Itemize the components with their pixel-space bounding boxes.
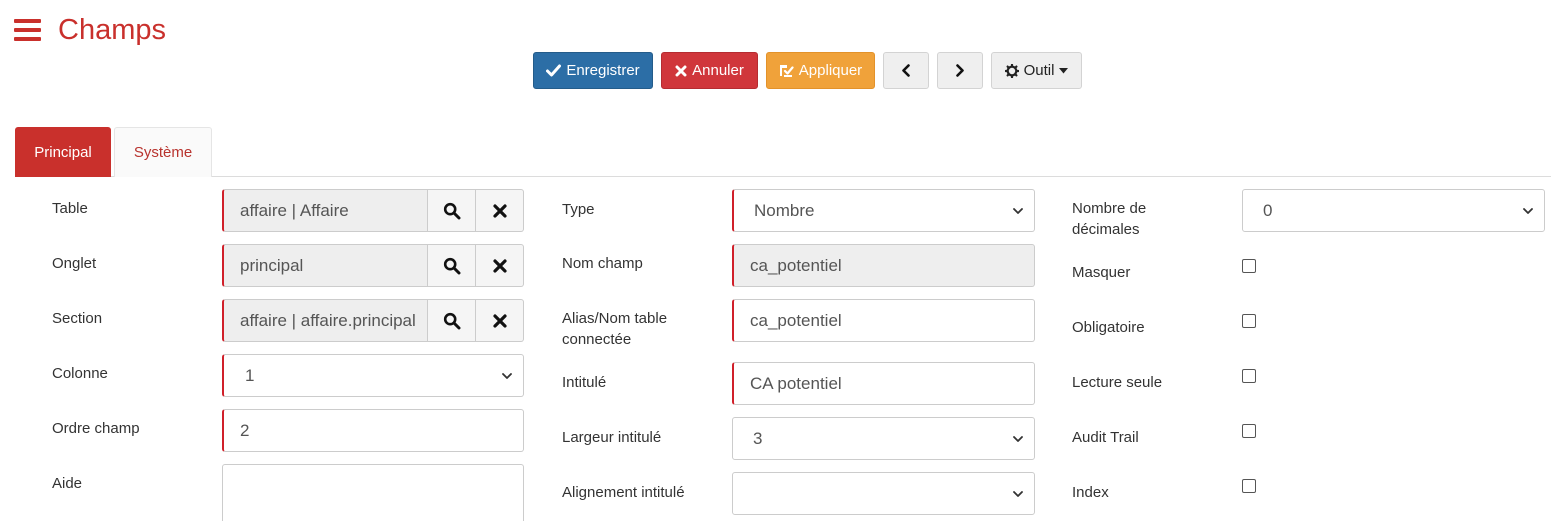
search-icon <box>443 312 460 329</box>
type-select[interactable]: Nombre <box>732 189 1035 232</box>
apply-button-label: Appliquer <box>798 62 863 79</box>
masquer-label: Masquer <box>1072 264 1131 281</box>
largeur-intitule-label: Largeur intitulé <box>562 429 662 446</box>
check-icon <box>546 64 562 77</box>
ordre-champ-value: 2 <box>240 420 250 440</box>
masquer-checkbox[interactable] <box>1242 259 1256 273</box>
ordre-champ-input[interactable]: 2 <box>222 409 524 452</box>
audit-trail-checkbox[interactable] <box>1242 424 1256 438</box>
section-search-button[interactable] <box>428 299 476 342</box>
onglet-label: Onglet <box>52 255 97 272</box>
obligatoire-label: Obligatoire <box>1072 319 1145 336</box>
nom-champ-label: Nom champ <box>562 255 643 272</box>
section-label: Section <box>52 310 103 327</box>
audit-trail-label: Audit Trail <box>1072 429 1139 446</box>
times-icon <box>492 203 507 218</box>
alias-value: ca_potentiel <box>750 310 842 330</box>
index-label: Index <box>1072 484 1109 501</box>
section-value: affaire | affaire.principal <box>240 310 416 330</box>
type-value: Nombre <box>754 200 815 220</box>
colonne-select[interactable]: 1 <box>222 354 524 397</box>
chevron-down-icon <box>502 372 512 379</box>
apply-icon <box>779 64 794 77</box>
chevron-down-icon <box>1013 207 1023 214</box>
intitule-label: Intitulé <box>562 374 607 391</box>
intitule-input[interactable]: CA potentiel <box>732 362 1035 405</box>
apply-button[interactable]: Appliquer <box>766 52 875 89</box>
onglet-clear-button[interactable] <box>476 244 524 287</box>
cancel-button-label: Annuler <box>692 62 744 79</box>
chevron-down-icon <box>1013 435 1023 442</box>
section-field[interactable]: affaire | affaire.principal <box>222 299 428 342</box>
gear-icon <box>1004 63 1019 78</box>
largeur-intitule-select[interactable]: 3 <box>732 417 1035 460</box>
chevron-left-icon <box>902 64 910 77</box>
tab-systeme[interactable]: Système <box>114 127 212 177</box>
save-button-label: Enregistrer <box>566 62 640 79</box>
colonne-label: Colonne <box>52 365 108 382</box>
page-header: Champs <box>14 10 166 50</box>
alias-label-line1: Alias/Nom table <box>562 310 668 327</box>
largeur-intitule-value: 3 <box>753 428 763 448</box>
table-label: Table <box>52 200 88 217</box>
times-icon <box>492 313 507 328</box>
save-button[interactable]: Enregistrer <box>533 52 653 89</box>
section-lookup: affaire | affaire.principal <box>222 299 524 342</box>
times-icon <box>675 65 687 76</box>
hamburger-icon[interactable] <box>14 19 41 41</box>
onglet-field[interactable]: principal <box>222 244 428 287</box>
nombre-decimales-label-line2: décimales <box>1072 221 1140 238</box>
chevron-down-icon <box>1523 207 1533 214</box>
chevron-down-icon <box>1013 490 1023 497</box>
type-label: Type <box>562 201 595 218</box>
tab-principal[interactable]: Principal <box>15 127 111 177</box>
table-lookup: affaire | Affaire <box>222 189 524 232</box>
onglet-lookup: principal <box>222 244 524 287</box>
nombre-decimales-select[interactable]: 0 <box>1242 189 1545 232</box>
nom-champ-input[interactable]: ca_potentiel <box>732 244 1035 287</box>
lecture-seule-label: Lecture seule <box>1072 374 1163 391</box>
ordre-champ-label: Ordre champ <box>52 420 140 437</box>
next-button[interactable] <box>937 52 983 89</box>
tool-dropdown-button[interactable]: Outil <box>991 52 1082 89</box>
page-title: Champs <box>58 13 166 46</box>
alias-label-line2: connectée <box>562 331 632 348</box>
table-field[interactable]: affaire | Affaire <box>222 189 428 232</box>
index-checkbox[interactable] <box>1242 479 1256 493</box>
times-icon <box>492 258 507 273</box>
alignement-intitule-select[interactable] <box>732 472 1035 515</box>
nombre-decimales-label-line1: Nombre de <box>1072 200 1147 217</box>
search-icon <box>443 202 460 219</box>
lecture-seule-checkbox[interactable] <box>1242 369 1256 383</box>
table-value: affaire | Affaire <box>240 200 349 220</box>
nom-champ-value: ca_potentiel <box>750 255 842 275</box>
obligatoire-checkbox[interactable] <box>1242 314 1256 328</box>
intitule-value: CA potentiel <box>750 373 842 393</box>
alias-label: Alias/Nom table connectée <box>562 308 667 350</box>
caret-down-icon <box>1059 67 1069 73</box>
tool-button-label: Outil <box>1023 62 1055 79</box>
onglet-value: principal <box>240 255 304 275</box>
aide-textarea[interactable] <box>222 464 524 521</box>
alias-input[interactable]: ca_potentiel <box>732 299 1035 342</box>
colonne-value: 1 <box>245 365 255 385</box>
table-search-button[interactable] <box>428 189 476 232</box>
nombre-decimales-label: Nombre de décimales <box>1072 198 1146 240</box>
cancel-button[interactable]: Annuler <box>661 52 758 89</box>
search-icon <box>443 257 460 274</box>
tab-bar: Principal Système <box>15 127 1551 177</box>
chevron-right-icon <box>956 64 964 77</box>
nombre-decimales-value: 0 <box>1263 200 1273 220</box>
toolbar: Enregistrer Annuler Appliquer Outil <box>533 52 1082 89</box>
onglet-search-button[interactable] <box>428 244 476 287</box>
alignement-intitule-label: Alignement intitulé <box>562 484 685 501</box>
table-clear-button[interactable] <box>476 189 524 232</box>
previous-button[interactable] <box>883 52 929 89</box>
section-clear-button[interactable] <box>476 299 524 342</box>
aide-label: Aide <box>52 475 83 492</box>
